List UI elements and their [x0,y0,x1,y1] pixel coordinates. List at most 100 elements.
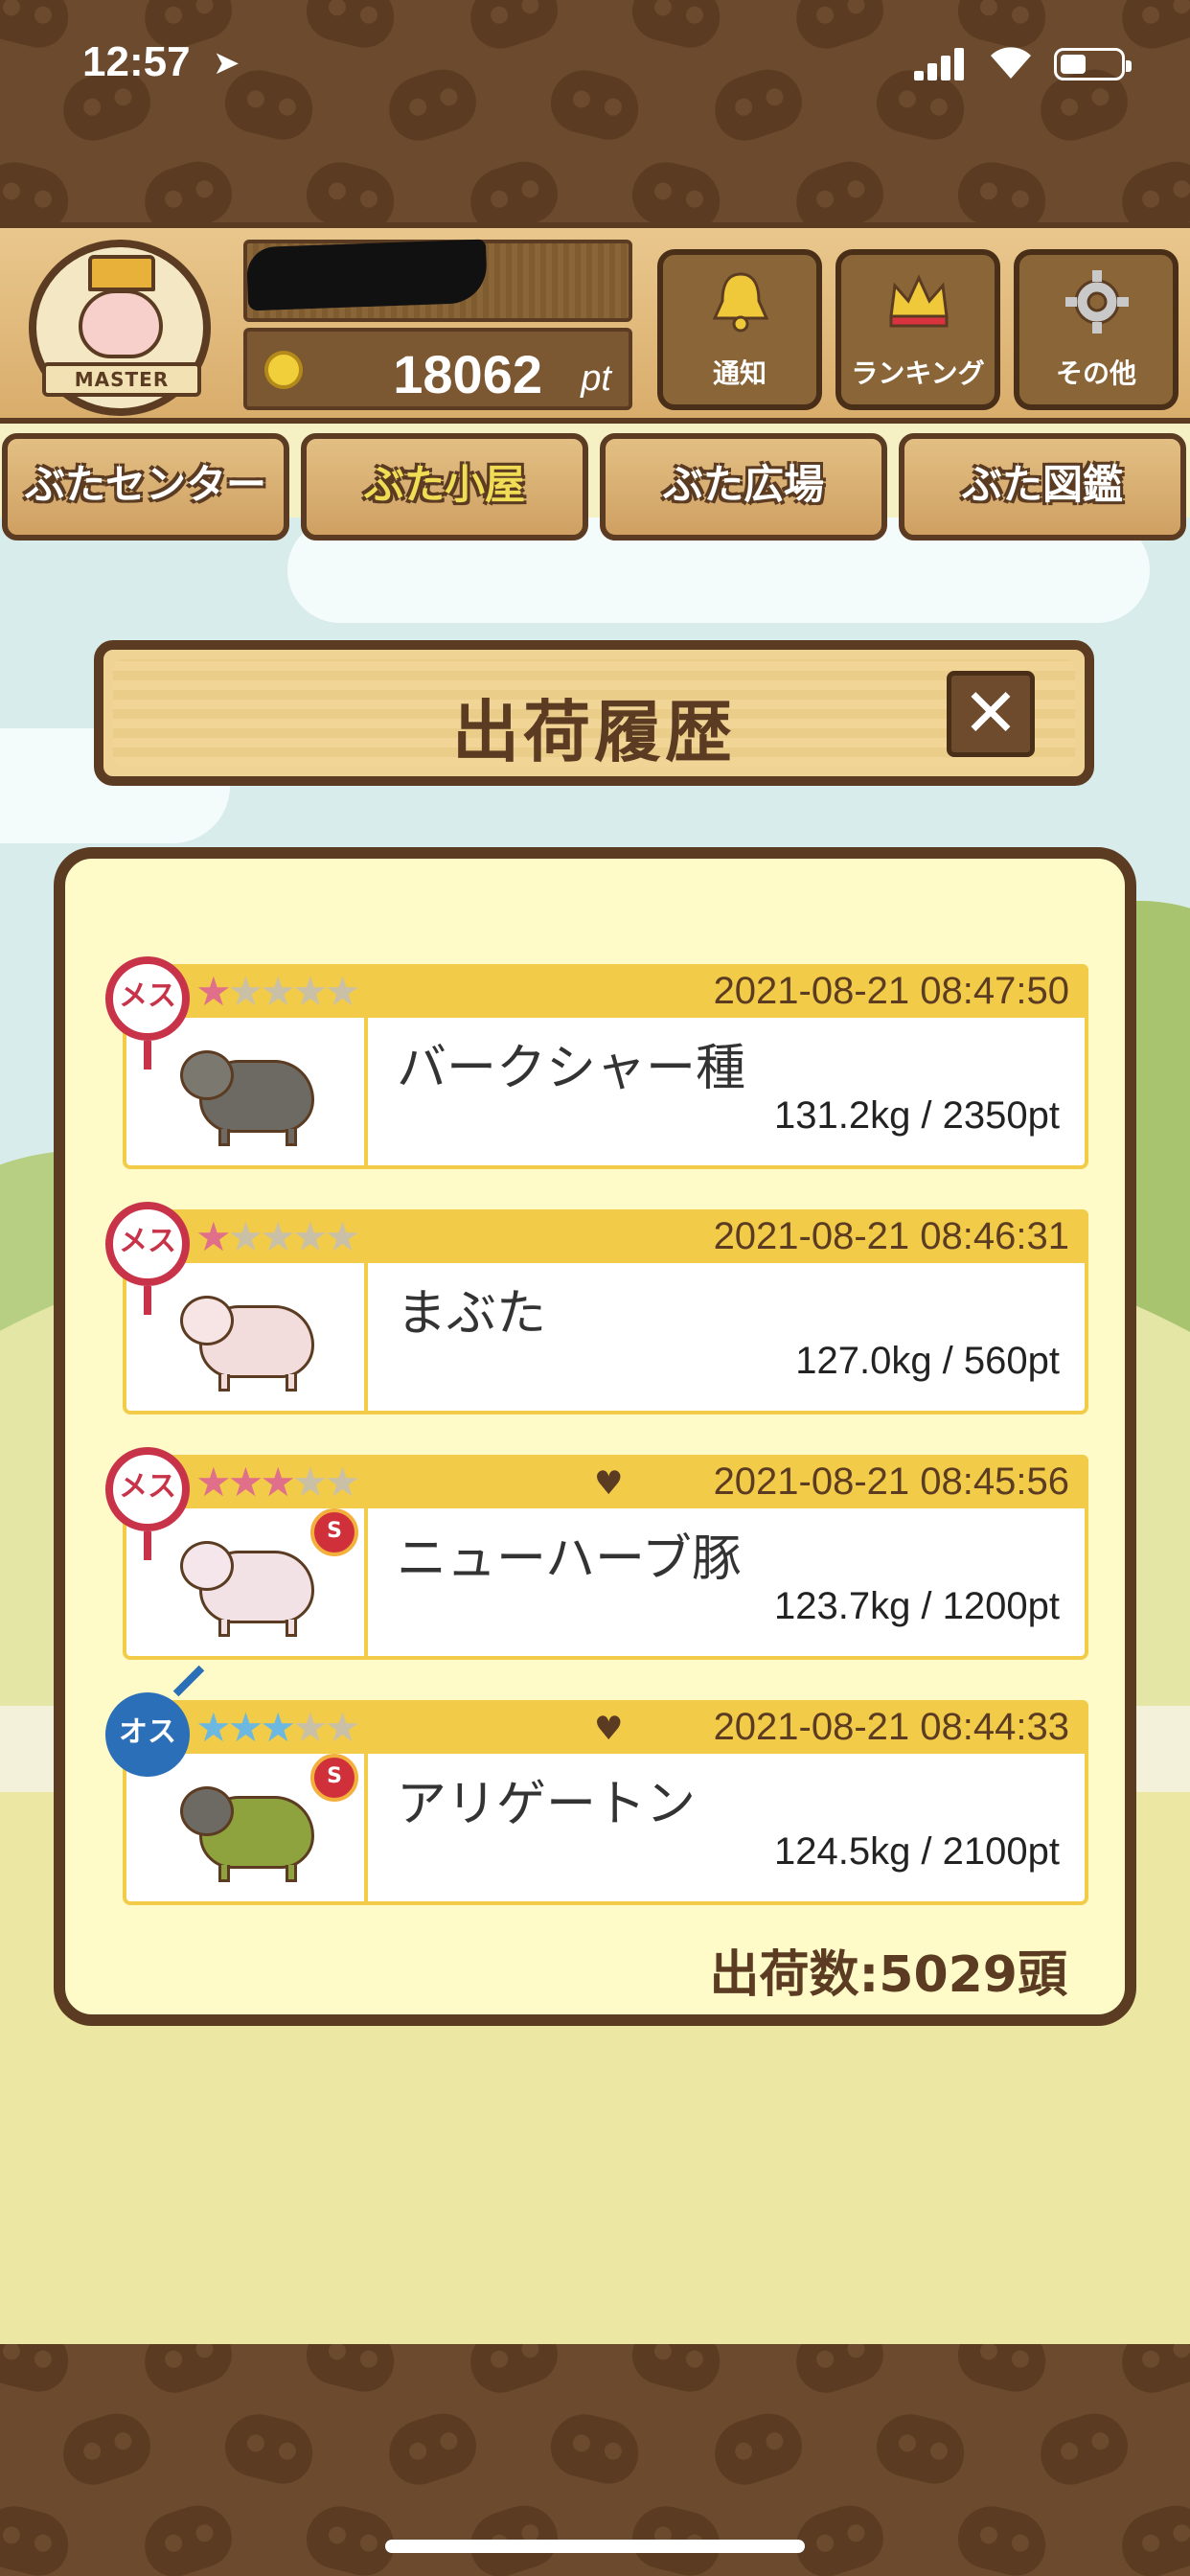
bean-pattern-shape [218,2406,320,2491]
rating-star-icon: ★ [324,968,361,1015]
bell-icon [712,272,769,333]
pig-icon [180,1777,324,1882]
record-datetime: 2021-08-21 08:45:56 [713,1460,1069,1503]
heart-icon: ♥ [594,1710,624,1748]
crown-icon [889,274,949,328]
notification-label: 通知 [712,357,767,389]
pig-name: アリゲートン [397,1776,697,1833]
female-gender-icon: メス [105,1202,190,1315]
bean-pattern-shape [0,2498,76,2576]
rating-star-icon: ★ [260,1213,296,1260]
heart-icon: ♥ [594,1464,624,1503]
rarity-stars: ★★★★★ [195,1704,361,1751]
avatar-banner: MASTER [42,362,201,397]
bean-pattern-shape [626,2344,727,2399]
ranking-label: ランキング [851,357,985,389]
ranking-button[interactable]: ランキング [835,249,1000,410]
weight-points: 124.5kg / 2100pt [773,1830,1060,1873]
rarity-stars: ★★★★★ [195,1213,361,1260]
master-avatar[interactable]: MASTER [29,240,211,416]
rating-star-icon: ★ [227,1213,264,1260]
bean-pattern-shape [1113,152,1190,230]
bean-pattern-shape [0,154,76,230]
bean-pattern-shape [1113,2496,1190,2576]
rating-star-icon: ★ [291,1459,329,1506]
bean-pattern-shape [1113,2344,1190,2401]
status-time: 12:57 [82,38,191,85]
coin-icon [264,351,303,389]
shipment-record[interactable]: ★★★★★ 2021-08-21 08:46:31 まぶた 127.0kg / 560… [105,1202,1088,1414]
points-unit: pt [581,358,611,399]
bean-pattern-shape [951,2498,1053,2576]
record-datetime: 2021-08-21 08:47:50 [713,970,1069,1012]
female-gender-icon: メス [105,956,190,1070]
tab-buta-encyclopedia[interactable]: ぶた図鑑 [899,433,1186,540]
record-divider [364,1750,368,1905]
tab-buta-hut[interactable]: ぶた小屋 [301,433,588,540]
cellular-signal-icon [914,48,966,80]
pig-icon [180,1531,324,1637]
rating-star-icon: ★ [324,1213,361,1260]
bean-pattern-shape [788,2496,891,2576]
bean-pattern-shape [462,2496,565,2576]
weight-points: 127.0kg / 560pt [795,1340,1060,1382]
rarity-stars: ★★★★★ [195,968,361,1015]
rating-star-icon: ★ [260,968,296,1015]
shipment-record[interactable]: ★★★★★ ♥ 2021-08-21 08:45:56 ニューハーブ豚 123.7kg … [105,1447,1088,1660]
pig-name: バークシャー種 [397,1040,746,1097]
rating-star-icon: ★ [227,968,264,1015]
rating-star-icon: ★ [260,1704,296,1751]
bean-pattern-shape [300,154,401,230]
tab-buta-center[interactable]: ぶたセンター [2,433,289,540]
bean-pattern-shape [870,2406,972,2491]
record-datetime: 2021-08-21 08:46:31 [713,1215,1069,1257]
shipment-record[interactable]: ★★★★★ 2021-08-21 08:47:50 バークシャー種 131.2kg /… [105,956,1088,1169]
rating-star-icon: ★ [195,1704,232,1751]
crown-icon [88,255,155,291]
rating-star-icon: ★ [324,1704,361,1751]
pig-icon [180,1286,324,1392]
bean-pattern-shape [626,154,727,230]
pig-name: ニューハーブ豚 [397,1530,742,1588]
bean-pattern-shape [136,2344,240,2401]
header-panel: MASTER 18062 pt 通知 ランキング その他 [0,222,1190,424]
bean-pattern-shape [300,2498,401,2576]
shipment-record[interactable]: ★★★★★ ♥ 2021-08-21 08:44:33 アリゲートン 124.5kg /… [105,1692,1088,1905]
points-value: 18062 [393,344,542,404]
bean-pattern-shape [788,2344,891,2401]
pig-face-icon [79,289,163,358]
bean-pattern-shape [951,154,1053,230]
rating-star-icon: ★ [227,1459,264,1506]
battery-icon [1054,48,1132,80]
notification-button[interactable]: 通知 [657,249,822,410]
bean-pattern-shape [462,152,565,230]
modal-header: 出荷履歴 ✕ [94,640,1094,786]
points-box: 18062 pt [243,328,632,410]
bean-pattern-shape [788,152,891,230]
other-button[interactable]: その他 [1014,249,1179,410]
rarity-stars: ★★★★★ [195,1459,360,1506]
bean-pattern-shape [136,152,240,230]
bean-pattern-shape [55,2404,158,2493]
bean-pattern-shape [0,2344,76,2399]
rating-star-icon: ★ [227,1704,264,1751]
record-divider [364,1259,368,1414]
shipment-history-panel: ★★★★★ 2021-08-21 08:47:50 バークシャー種 131.2kg /… [54,847,1136,2026]
bean-pattern-shape [706,2404,810,2493]
rating-star-icon: ★ [195,1459,232,1506]
bean-pattern-shape [626,2498,727,2576]
close-button[interactable]: ✕ [947,671,1035,757]
tab-buta-plaza[interactable]: ぶた広場 [600,433,887,540]
wifi-icon [991,47,1031,79]
weight-points: 123.7kg / 1200pt [773,1585,1060,1627]
rating-star-icon: ★ [260,1459,296,1506]
status-bar: 12:57 ➤ [0,0,1190,125]
bean-pattern-shape [136,2496,240,2576]
bean-pattern-shape [300,2344,401,2399]
rating-star-icon: ★ [291,1213,329,1260]
award-rosette-icon: S [310,1508,358,1556]
bean-pattern-shape [544,2406,646,2491]
home-indicator[interactable] [385,2540,805,2553]
player-name-box [243,239,632,322]
shipment-total: 出荷数:5029頭 [709,1946,1067,2004]
